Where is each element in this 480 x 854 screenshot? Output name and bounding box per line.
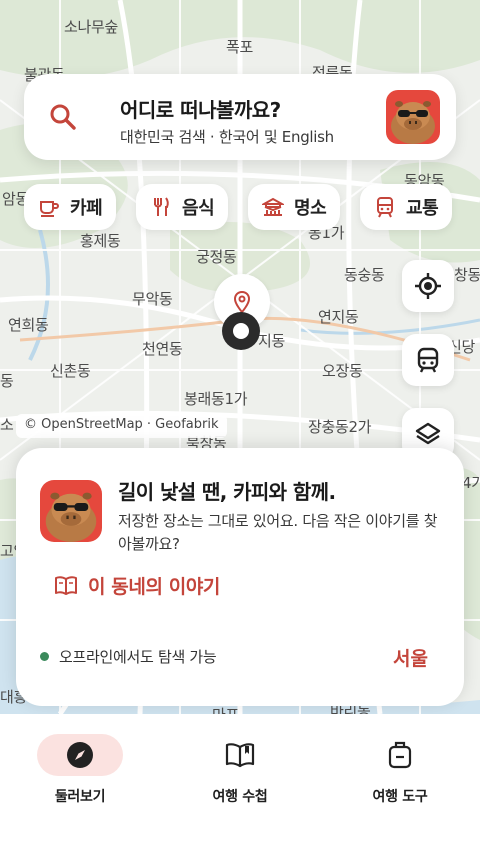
info-sheet: 길이 낯설 땐, 카피와 함께. 저장한 장소는 그대로 있어요. 다음 작은 … (16, 448, 464, 706)
map-label: 폭포 (226, 38, 254, 56)
chip-transport[interactable]: 교통 (360, 184, 453, 230)
nav-travel-tools[interactable]: 여행 도구 (340, 734, 460, 806)
map-label: 동 (0, 372, 14, 390)
sheet-title: 길이 낯설 땐, 카피와 함께. (118, 480, 336, 504)
nav-icon-pill (357, 734, 443, 776)
sheet-description: 저장한 장소는 그대로 있어요. 다음 작은 이야기를 찾아볼까요? (118, 512, 438, 553)
map-label: 4가 (462, 474, 480, 492)
chip-cafe[interactable]: 카페 (24, 184, 117, 230)
luggage-icon (388, 741, 412, 769)
map-label: 지동 (258, 332, 286, 350)
layers-icon (415, 422, 441, 445)
map-label: 소나무숲 (64, 18, 119, 36)
coffee-cup-icon (40, 201, 59, 217)
city-selector[interactable]: 서울 (393, 644, 428, 671)
current-location-marker (222, 312, 260, 350)
chip-label: 교통 (406, 198, 439, 219)
map-label: 무악동 (132, 290, 173, 308)
nav-icon-pill (37, 734, 123, 776)
open-book-icon (55, 575, 77, 595)
nav-label: 여행 도구 (372, 789, 428, 805)
chip-landmark[interactable]: 명소 (248, 184, 341, 230)
nav-icon-pill (197, 734, 283, 776)
chip-label: 명소 (294, 198, 327, 219)
landmark-icon (262, 197, 284, 216)
train-icon (377, 197, 393, 218)
map-label: 연지동 (318, 308, 359, 326)
nav-travel-notebook[interactable]: 여행 수첩 (180, 734, 300, 806)
story-link-label: 이 동네의 이야기 (88, 576, 220, 598)
map-label: 장충동2가 (308, 418, 372, 436)
subway-icon (417, 347, 439, 373)
chip-label: 카페 (70, 198, 103, 219)
map-label: 동숭동 (344, 266, 385, 284)
locate-me-button[interactable] (402, 260, 454, 312)
nav-label: 여행 수첩 (212, 789, 268, 805)
offline-status: 오프라인에서도 탐색 가능 (40, 646, 217, 667)
map-label: 창동 (454, 266, 480, 284)
mascot-avatar (40, 480, 102, 542)
transit-button[interactable] (402, 334, 454, 386)
profile-avatar[interactable] (386, 90, 440, 144)
capybara-mascot-icon (40, 480, 102, 542)
chip-food[interactable]: 음식 (136, 184, 229, 230)
search-icon (50, 104, 76, 130)
search-bar[interactable]: 어디로 떠나볼까요? 대한민국 검색 · 한국어 및 English (24, 74, 456, 160)
map-label: 소 (0, 416, 14, 434)
map-label: 연희동 (8, 316, 49, 334)
map-label: 오장동 (322, 362, 363, 380)
search-subtitle: 대한민국 검색 · 한국어 및 English (120, 128, 334, 146)
map-label: 봉래동1가 (184, 390, 248, 408)
map-label: 신촌동 (50, 362, 91, 380)
nav-explore[interactable]: 둘러보기 (20, 734, 140, 806)
capybara-mascot-icon (386, 90, 440, 144)
map-attribution[interactable]: © OpenStreetMap · Geofabrik (16, 414, 227, 438)
open-book-icon (225, 743, 255, 768)
map-label: 천연동 (142, 340, 183, 358)
chip-label: 음식 (182, 198, 215, 219)
offline-status-label: 오프라인에서도 탐색 가능 (59, 648, 217, 666)
map-pin-icon (233, 290, 251, 314)
neighborhood-story-link[interactable]: 이 동네의 이야기 (54, 572, 220, 599)
nav-label: 둘러보기 (54, 789, 106, 805)
fork-knife-icon (154, 197, 169, 216)
compass-icon (67, 742, 93, 768)
map-label: 홍제동 (80, 232, 121, 250)
search-title: 어디로 떠나볼까요? (120, 98, 281, 122)
bottom-navigation: 둘러보기 여행 수첩 여행 도구 (0, 714, 480, 854)
map-label: 궁정동 (196, 248, 237, 266)
status-dot (40, 652, 49, 661)
crosshair-icon (415, 273, 441, 299)
